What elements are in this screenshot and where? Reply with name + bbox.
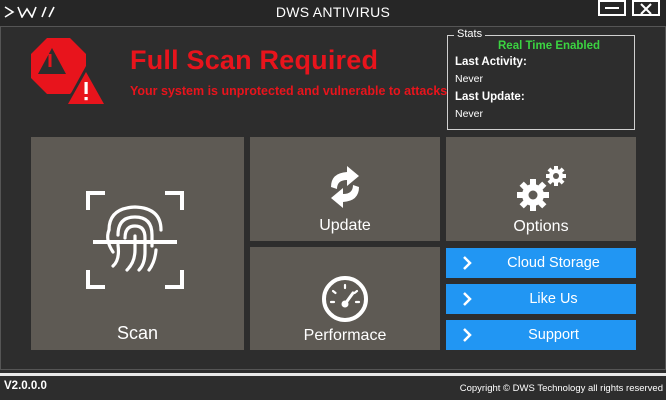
update-tile[interactable]: Update: [250, 137, 440, 241]
warning-icon: [31, 38, 108, 106]
options-tile[interactable]: Options: [446, 137, 636, 241]
last-update-value: Never: [455, 108, 484, 120]
alert-title: Full Scan Required: [130, 45, 379, 75]
copyright-text: Copyright © DWS Technology all rights re…: [459, 383, 663, 394]
scan-tile[interactable]: Scan: [31, 137, 244, 350]
support-label: Support: [528, 327, 579, 343]
like-us-label: Like Us: [529, 291, 578, 307]
alert-subtitle: Your system is unprotected and vulnerabl…: [130, 84, 448, 98]
options-label: Options: [513, 218, 569, 235]
fingerprint-icon: [86, 191, 184, 289]
refresh-icon: [331, 166, 359, 208]
last-update-label: Last Update:: [455, 91, 525, 103]
footer-divider: [0, 373, 666, 376]
performance-label: Performace: [303, 327, 387, 344]
cloud-storage-label: Cloud Storage: [507, 255, 600, 271]
close-icon: [640, 3, 652, 15]
scan-label: Scan: [116, 323, 159, 343]
app-title: DWS ANTIVIRUS: [275, 4, 391, 20]
close-button[interactable]: [632, 0, 660, 16]
stats-panel: Stats Real Time Enabled Last Activity: N…: [447, 28, 635, 130]
update-label: Update: [319, 217, 371, 234]
title-bar: DWS ANTIVIRUS: [0, 0, 666, 26]
performance-tile[interactable]: Performace: [250, 247, 440, 350]
minimize-button[interactable]: [598, 0, 626, 16]
version-label: V2.0.0.0: [4, 380, 47, 392]
like-us-button[interactable]: Like Us: [446, 284, 636, 314]
gears-icon: [517, 166, 566, 211]
cloud-storage-button[interactable]: Cloud Storage: [446, 248, 636, 278]
speedometer-icon: [322, 276, 368, 322]
realtime-status: Real Time Enabled: [498, 40, 601, 52]
last-activity-label: Last Activity:: [455, 56, 527, 68]
support-button[interactable]: Support: [446, 320, 636, 350]
last-activity-value: Never: [455, 73, 484, 85]
stats-legend: Stats: [454, 28, 486, 40]
